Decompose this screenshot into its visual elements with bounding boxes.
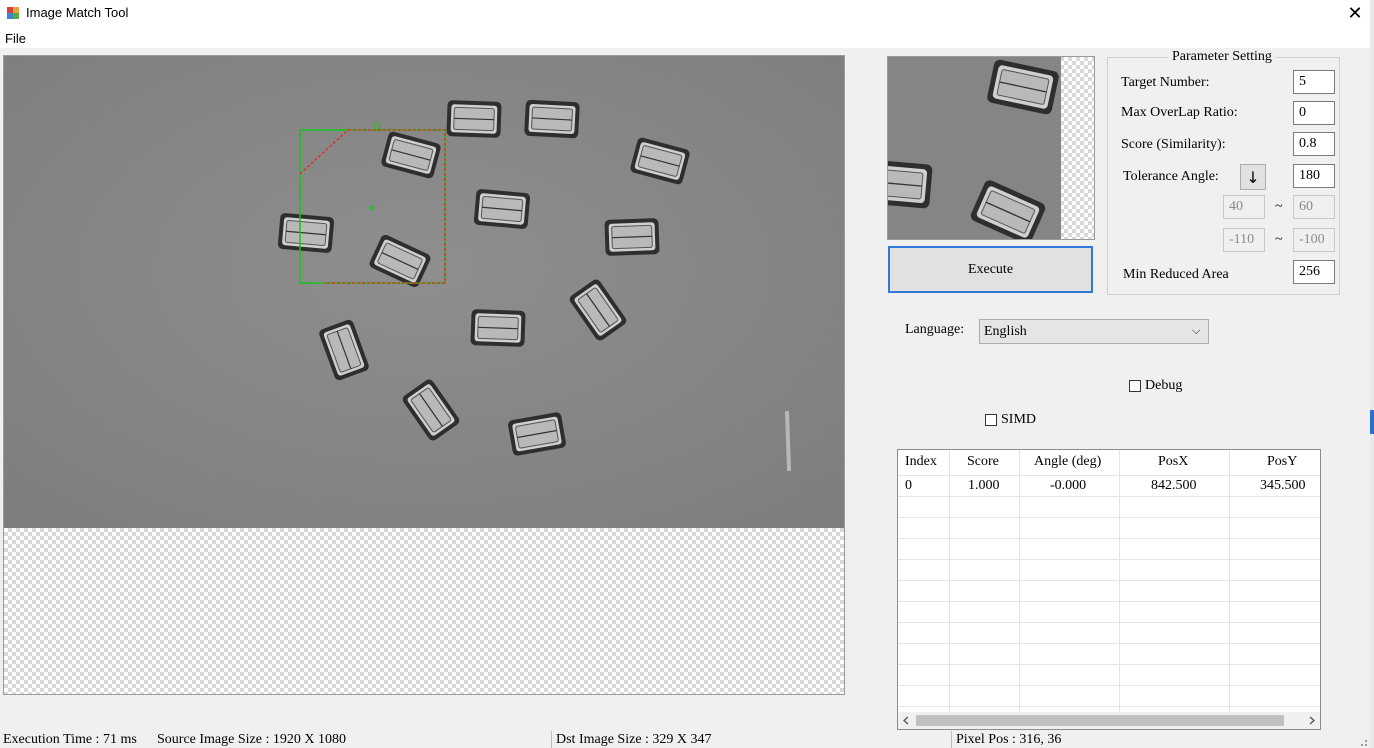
range1-max-input[interactable]: 60	[1293, 195, 1335, 219]
debug-label: Debug	[1145, 378, 1183, 393]
status-execution-time: Execution Time : 71 ms	[3, 732, 137, 747]
template-image	[888, 57, 1061, 239]
range2-min-input[interactable]: -110	[1223, 228, 1265, 252]
app-icon	[7, 7, 19, 19]
column-header-angle[interactable]: Angle (deg)	[1034, 454, 1101, 470]
menu-bar	[0, 28, 1370, 48]
chevron-down-icon[interactable]: ⌵	[1192, 324, 1200, 338]
status-source-size: Source Image Size : 1920 X 1080	[157, 732, 346, 747]
source-image[interactable]	[4, 56, 844, 528]
range1-min-input[interactable]: 40	[1223, 195, 1265, 219]
edge-accent	[1370, 410, 1374, 434]
scroll-right-icon[interactable]	[1308, 716, 1316, 725]
title-bar	[0, 0, 1370, 28]
debug-checkbox[interactable]	[1129, 380, 1141, 392]
row-0-score[interactable]: 1.000	[968, 478, 1000, 494]
window-edge	[1370, 0, 1374, 748]
row-0-index[interactable]: 0	[905, 478, 912, 494]
range1-tilde: ~	[1275, 199, 1283, 214]
max-overlap-input[interactable]: 0	[1293, 101, 1335, 125]
column-header-index[interactable]: Index	[905, 454, 937, 470]
range2-max-input[interactable]: -100	[1293, 228, 1335, 252]
tolerance-angle-input[interactable]: 180	[1293, 164, 1335, 188]
simd-label: SIMD	[1001, 412, 1037, 427]
column-header-score[interactable]: Score	[967, 454, 999, 470]
status-dst-size: Dst Image Size : 329 X 347	[556, 732, 712, 747]
status-separator	[951, 731, 952, 748]
window-title: Image Match Tool	[26, 5, 129, 20]
language-select[interactable]: English	[979, 319, 1209, 344]
row-0-posy[interactable]: 345.500	[1260, 478, 1306, 494]
arrow-down-icon[interactable]: ↓	[1240, 164, 1266, 190]
column-header-posy[interactable]: PosY	[1267, 454, 1297, 470]
scrollbar-thumb[interactable]	[916, 715, 1284, 726]
status-pixel-pos: Pixel Pos : 316, 36	[956, 732, 1062, 747]
tolerance-angle-label: Tolerance Angle:	[1123, 169, 1219, 184]
scroll-left-icon[interactable]	[902, 716, 910, 725]
target-number-label: Target Number:	[1121, 75, 1210, 90]
range2-tilde: ~	[1275, 232, 1283, 247]
score-input[interactable]: 0.8	[1293, 132, 1335, 156]
parameter-group-title: Parameter Setting	[1168, 49, 1276, 65]
language-label: Language:	[905, 322, 965, 337]
target-number-input[interactable]: 5	[1293, 70, 1335, 94]
results-grid[interactable]: Index Score Angle (deg) PosX PosY 0 1.00…	[897, 449, 1321, 730]
menu-file[interactable]: File	[5, 31, 26, 46]
score-label: Score (Similarity):	[1121, 137, 1226, 152]
min-reduced-area-label: Min Reduced Area	[1123, 267, 1229, 282]
row-0-posx[interactable]: 842.500	[1151, 478, 1197, 494]
simd-checkbox[interactable]	[985, 414, 997, 426]
execute-button[interactable]: Execute	[888, 246, 1093, 293]
status-separator	[551, 731, 552, 748]
close-icon[interactable]: ✕	[1340, 0, 1370, 28]
horizontal-scrollbar[interactable]	[898, 712, 1320, 729]
min-reduced-area-input[interactable]: 256	[1293, 260, 1335, 284]
row-0-angle[interactable]: -0.000	[1050, 478, 1086, 494]
max-overlap-label: Max OverLap Ratio:	[1121, 105, 1238, 120]
column-header-posx[interactable]: PosX	[1158, 454, 1188, 470]
resize-grip-icon[interactable]	[1356, 735, 1368, 747]
